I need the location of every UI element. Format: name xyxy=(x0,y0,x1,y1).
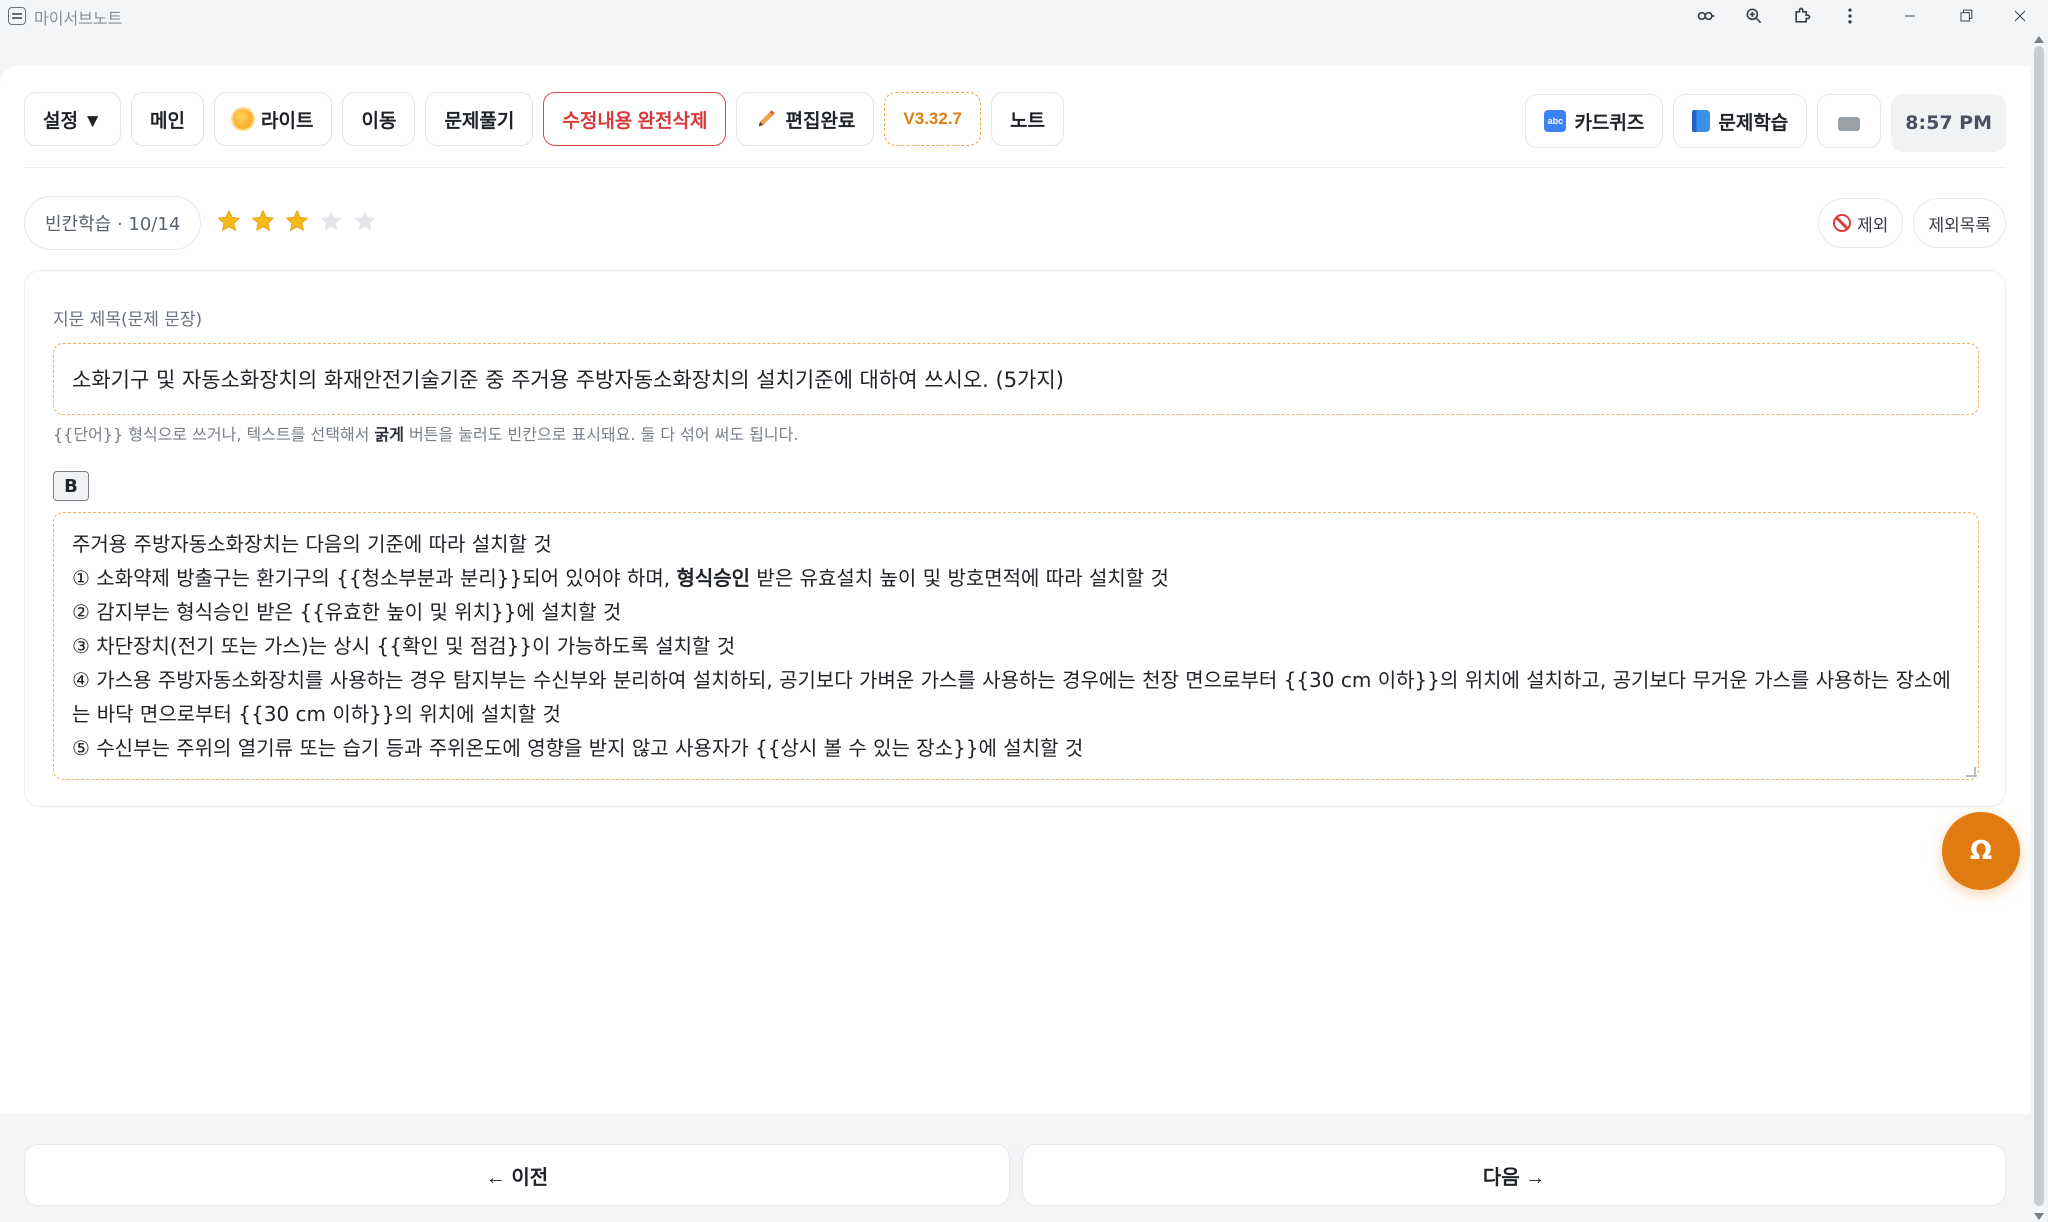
body-line: ① 소화약제 방출구는 환기구의 {{청소부분과 분리}}되어 있어야 하며, … xyxy=(72,566,1169,590)
settings-button[interactable]: 설정 ▼ xyxy=(24,92,122,146)
mode-progress-pill: 빈칸학습 · 10/14 xyxy=(24,196,202,250)
card-quiz-label: 카드퀴즈 xyxy=(1574,112,1645,134)
book-icon xyxy=(1692,110,1711,132)
star-filled-icon[interactable] xyxy=(250,208,276,234)
bold-button[interactable]: B xyxy=(53,471,89,501)
body-line: ⑤ 수신부는 주위의 열기류 또는 습기 등과 주위온도에 영향을 받지 않고 … xyxy=(72,736,1084,760)
more-icon[interactable] xyxy=(1830,2,1870,30)
title-field-label: 지문 제목(문제 문장) xyxy=(53,310,203,330)
star-empty-icon[interactable] xyxy=(318,208,344,234)
clock: 8:57 PM xyxy=(1891,94,2006,152)
abc-icon: abc xyxy=(1544,110,1567,132)
scrollbar[interactable] xyxy=(2030,32,2048,1222)
move-button[interactable]: 이동 xyxy=(342,92,416,146)
keyboard-icon xyxy=(1838,117,1861,131)
main-toolbar: 설정 ▼ 메인 라이트 이동 문제풀기 수정내용 완전삭제 편집완료 V3.32… xyxy=(24,92,1064,146)
delete-changes-button[interactable]: 수정내용 완전삭제 xyxy=(543,92,727,146)
edit-done-button[interactable]: 편집완료 xyxy=(736,92,875,146)
window-titlebar: 마이서브노트 xyxy=(0,0,2048,32)
resize-grip[interactable] xyxy=(1966,767,1976,777)
main-button[interactable]: 메인 xyxy=(131,92,205,146)
rating-stars[interactable] xyxy=(216,208,378,234)
next-button[interactable]: 다음 → xyxy=(1022,1144,2006,1206)
prev-button[interactable]: ← 이전 xyxy=(24,1144,1010,1206)
light-theme-label: 라이트 xyxy=(261,110,314,132)
blank-hint: {{단어}} 형식으로 쓰거나, 텍스트를 선택해서 굵게 버튼을 눌러도 빈칸… xyxy=(53,425,799,444)
body-line: ③ 차단장치(전기 또는 가스)는 상시 {{확인 및 점검}}이 가능하도록 … xyxy=(72,634,736,658)
star-filled-icon[interactable] xyxy=(284,208,310,234)
scroll-thumb[interactable] xyxy=(2034,46,2044,1206)
version-badge[interactable]: V3.32.7 xyxy=(884,92,982,146)
solve-button[interactable]: 문제풀기 xyxy=(425,92,534,146)
toolbar-divider xyxy=(24,167,2006,168)
restore-icon[interactable] xyxy=(1946,2,1986,30)
editor-card: 지문 제목(문제 문장) 소화기구 및 자동소화장치의 화재안전기술기준 중 주… xyxy=(24,270,2006,807)
app-icon xyxy=(8,7,26,25)
key-icon[interactable] xyxy=(1686,2,1726,30)
right-toolbar: abc 카드퀴즈 문제학습 8:57 PM xyxy=(1525,94,2006,152)
body-line: ④ 가스용 주방자동소화장치를 사용하는 경우 탐지부는 수신부와 분리하여 설… xyxy=(72,668,1951,726)
app-title: 마이서브노트 xyxy=(34,9,123,28)
study-button[interactable]: 문제학습 xyxy=(1673,94,1808,148)
study-label: 문제학습 xyxy=(1718,112,1789,134)
scroll-down-arrow[interactable] xyxy=(2034,1213,2044,1220)
exclude-actions: 제외 제외목록 xyxy=(1818,198,2006,248)
light-theme-button[interactable]: 라이트 xyxy=(214,92,333,146)
note-button[interactable]: 노트 xyxy=(991,92,1064,146)
extension-icon[interactable] xyxy=(1782,2,1822,30)
body-line: ② 감지부는 형식승인 받은 {{유효한 높이 및 위치}}에 설치할 것 xyxy=(72,600,622,624)
star-empty-icon[interactable] xyxy=(352,208,378,234)
close-icon[interactable] xyxy=(2000,2,2040,30)
exclude-button[interactable]: 제외 xyxy=(1818,198,1904,248)
zoom-icon[interactable] xyxy=(1734,2,1774,30)
minimize-icon[interactable] xyxy=(1890,2,1930,30)
scroll-up-arrow[interactable] xyxy=(2034,36,2044,43)
floating-action-button[interactable]: Ω xyxy=(1942,812,2020,890)
edit-done-label: 편집완료 xyxy=(785,110,856,132)
pencil-icon xyxy=(759,110,775,127)
body-line: 주거용 주방자동소화장치는 다음의 기준에 따라 설치할 것 xyxy=(72,532,552,556)
body-textarea[interactable]: 주거용 주방자동소화장치는 다음의 기준에 따라 설치할 것 ① 소화약제 방출… xyxy=(53,512,1979,780)
exclude-list-button[interactable]: 제외목록 xyxy=(1913,198,2006,248)
card-quiz-button[interactable]: abc 카드퀴즈 xyxy=(1525,94,1664,148)
title-input[interactable]: 소화기구 및 자동소화장치의 화재안전기술기준 중 주거용 주방자동소화장치의 … xyxy=(53,343,1979,415)
keyboard-button[interactable] xyxy=(1817,94,1882,148)
sun-icon xyxy=(233,109,254,129)
star-filled-icon[interactable] xyxy=(216,208,242,234)
prohibited-icon xyxy=(1833,214,1852,232)
exclude-label: 제외 xyxy=(1857,215,1889,235)
